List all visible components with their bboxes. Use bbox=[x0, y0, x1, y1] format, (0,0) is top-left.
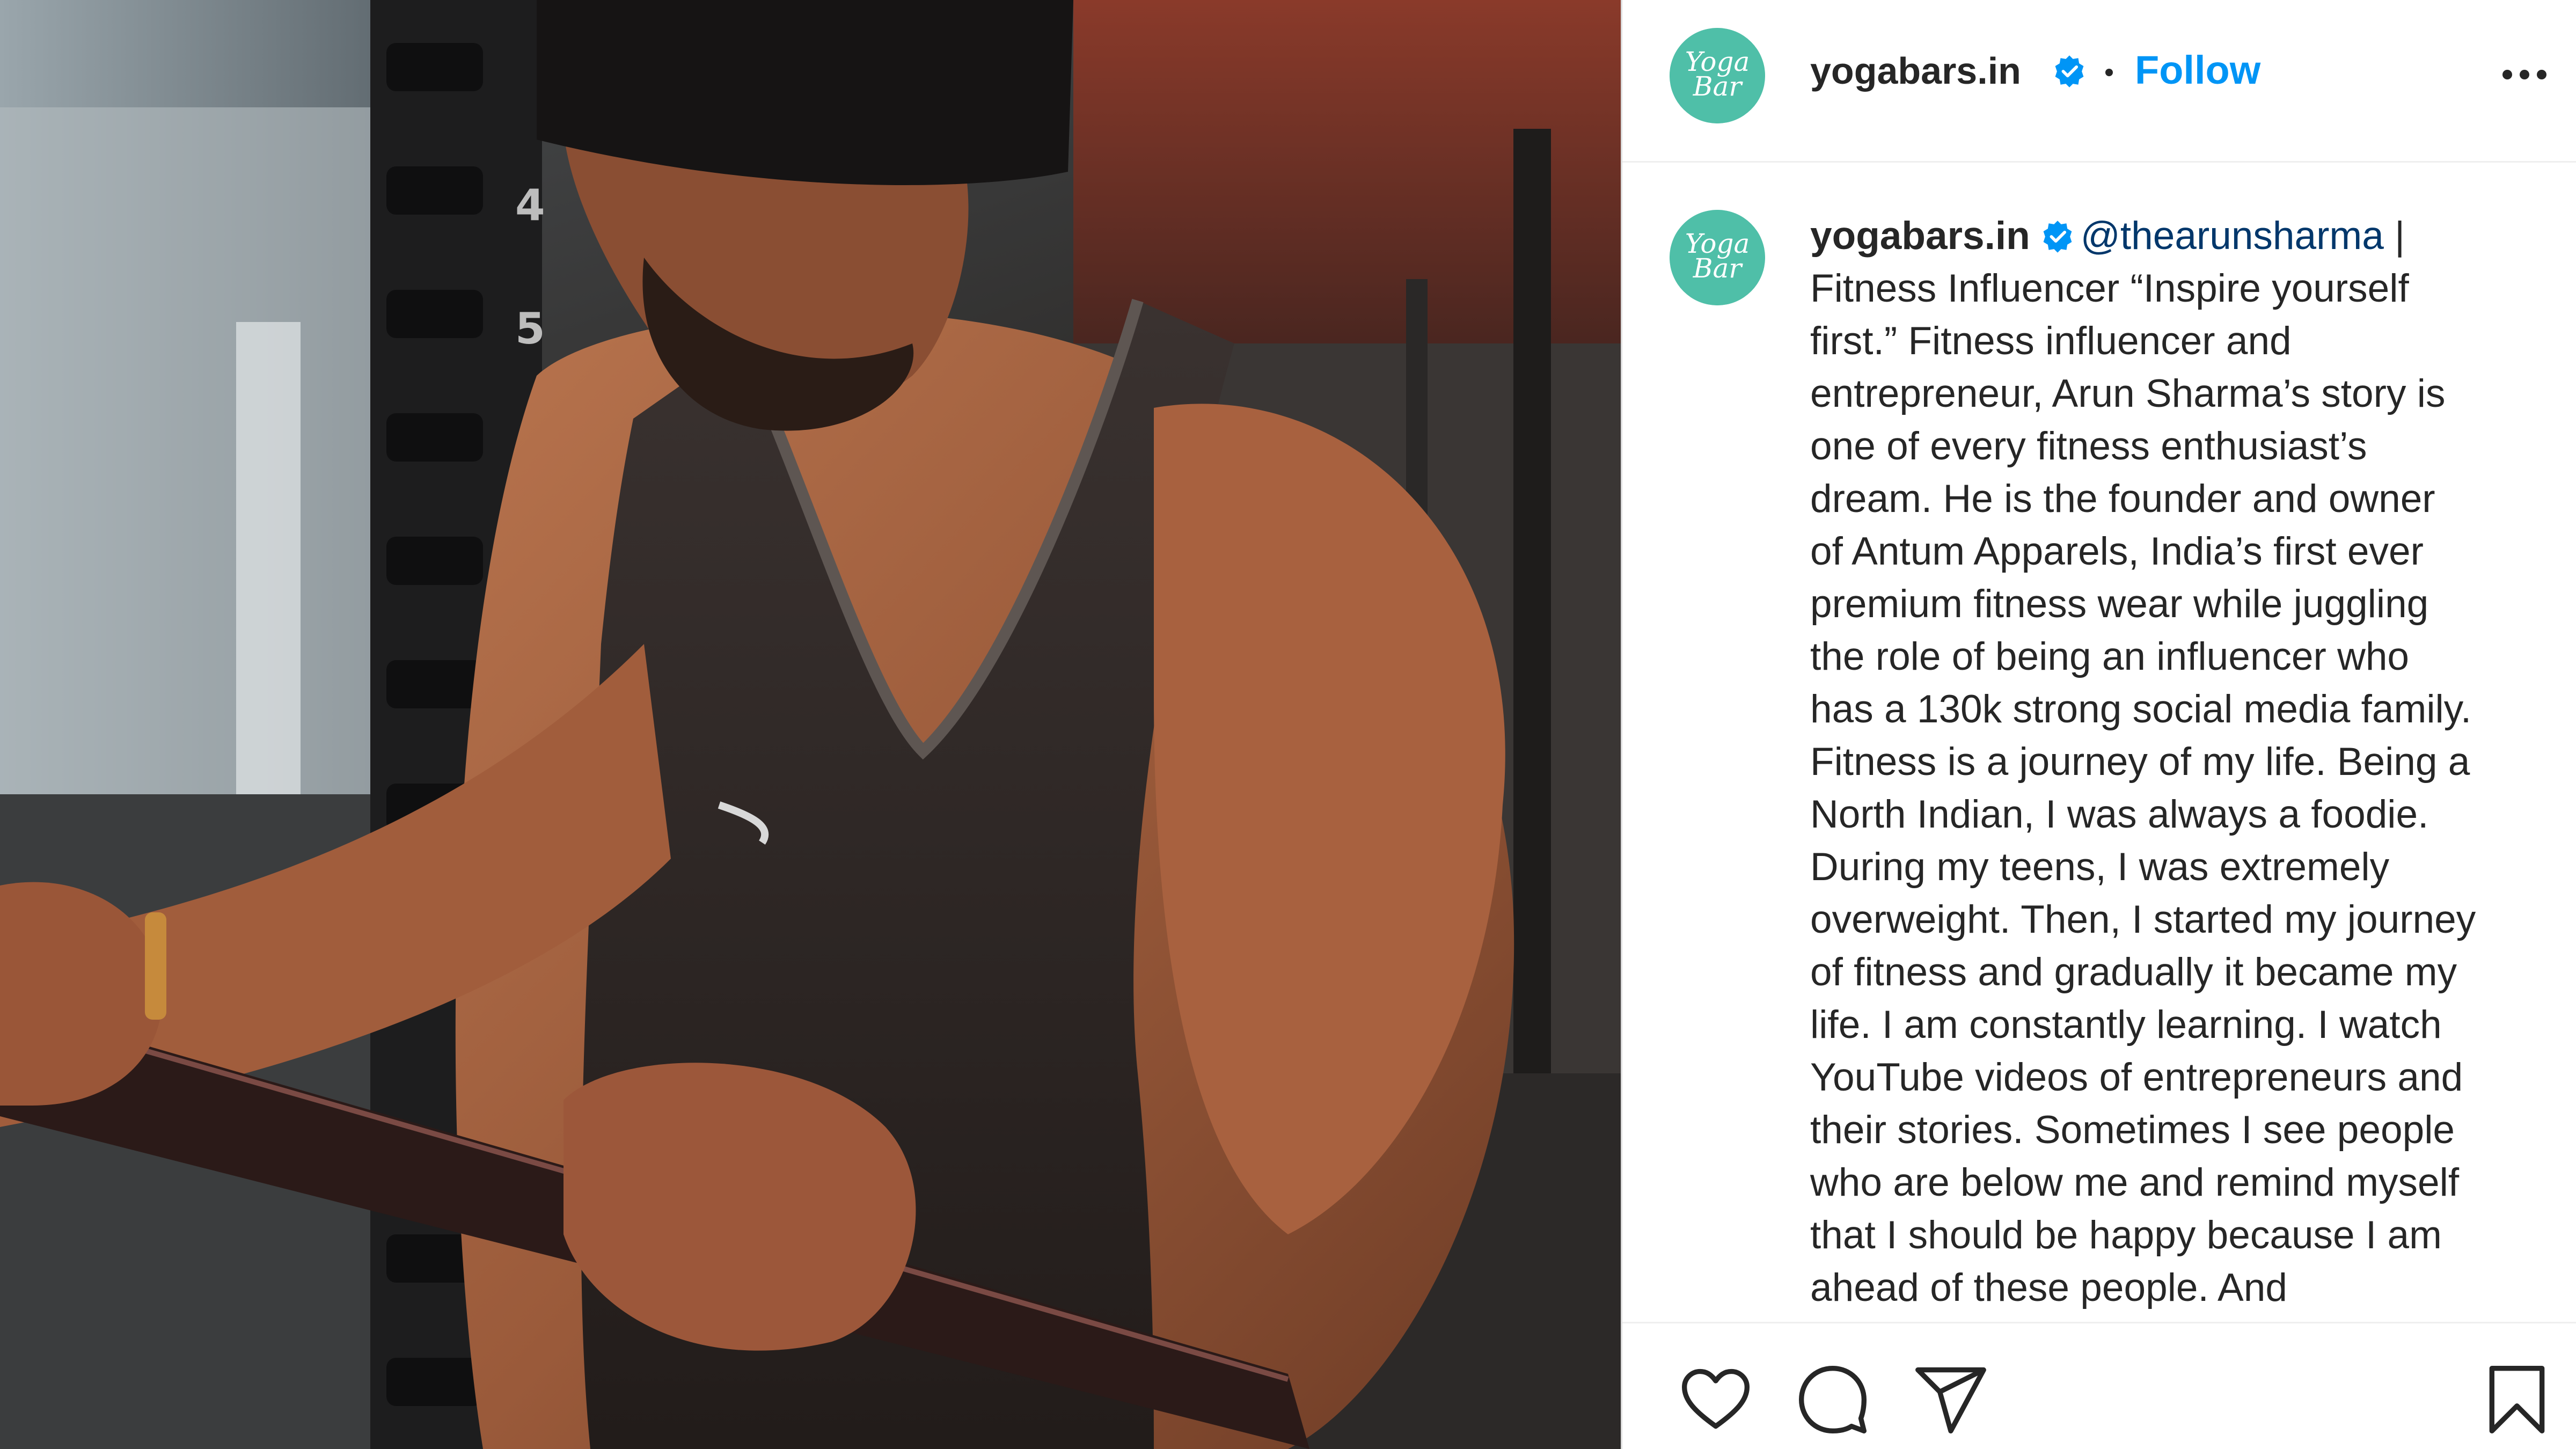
caption-line: overweight. Then, I started my journey bbox=[1810, 898, 2476, 941]
post-caption: Yoga Bar yogabars.in @thearunsharma | Fit… bbox=[1622, 163, 2576, 1322]
caption-line: premium fitness wear while juggling bbox=[1810, 582, 2429, 626]
caption-mention-link[interactable]: @thearunsharma bbox=[2081, 214, 2384, 258]
caption-line: Fitness is a journey of my life. Being a bbox=[1810, 740, 2470, 784]
svg-text:5: 5 bbox=[515, 304, 545, 354]
author-avatar[interactable]: Yoga Bar bbox=[1670, 28, 1765, 123]
svg-text:Bar: Bar bbox=[1693, 253, 1744, 284]
instagram-post: 4 5 6 7 8 13 14 bbox=[0, 0, 2576, 1449]
caption-line: the role of being an influencer who bbox=[1810, 635, 2410, 678]
caption-line: dream. He is the founder and owner bbox=[1810, 477, 2435, 521]
caption-line: | bbox=[2383, 214, 2405, 258]
caption-line: Fitness Influencer “Inspire yourself bbox=[1810, 267, 2409, 310]
heart-icon[interactable] bbox=[1678, 1362, 1753, 1437]
caption-line: During my teens, I was extremely bbox=[1810, 845, 2390, 889]
svg-text:4: 4 bbox=[515, 180, 545, 230]
caption-line: ahead of these people. And bbox=[1810, 1266, 2287, 1309]
follow-button[interactable]: Follow bbox=[2135, 47, 2260, 93]
caption-line: YouTube videos of entrepreneurs and bbox=[1810, 1056, 2463, 1099]
caption-author-avatar[interactable]: Yoga Bar bbox=[1670, 210, 1765, 305]
caption-line: North Indian, I was always a foodie. bbox=[1810, 793, 2429, 836]
caption-text: yogabars.in @thearunsharma | Fitness Infl… bbox=[1810, 210, 2540, 1314]
caption-author-handle[interactable]: yogabars.in bbox=[1810, 214, 2030, 258]
caption-first-line: yogabars.in @thearunsharma | bbox=[1810, 210, 2540, 262]
caption-line: entrepreneur, Arun Sharma’s story is bbox=[1810, 372, 2446, 415]
caption-line: that I should be happy because I am bbox=[1810, 1213, 2442, 1257]
more-horizontal-icon[interactable] bbox=[2502, 70, 2546, 79]
author-handle[interactable]: yogabars.in bbox=[1810, 49, 2021, 92]
caption-line: of Antum Apparels, India’s first ever bbox=[1810, 530, 2424, 573]
caption-line: who are below me and remind myself bbox=[1810, 1161, 2460, 1204]
caption-line: has a 130k strong social media family. bbox=[1810, 687, 2472, 731]
svg-text:Bar: Bar bbox=[1693, 71, 1744, 102]
caption-line: first.” Fitness influencer and bbox=[1810, 319, 2292, 363]
separator-dot bbox=[2105, 69, 2113, 76]
gym-photo-illustration: 4 5 6 7 8 13 14 bbox=[0, 0, 1621, 1449]
comment-bubble-icon[interactable] bbox=[1795, 1362, 1870, 1437]
yoga-bar-logo: Yoga Bar bbox=[1670, 28, 1765, 123]
post-action-bar bbox=[1622, 1322, 2576, 1449]
caption-line: their stories. Sometimes I see people bbox=[1810, 1108, 2455, 1152]
post-header: Yoga Bar yogabars.in Follow bbox=[1622, 0, 2576, 163]
caption-line: life. I am constantly learning. I watch bbox=[1810, 1003, 2442, 1046]
post-side-panel: Yoga Bar yogabars.in Follow Yoga Bar yog… bbox=[1621, 0, 2576, 1449]
bookmark-icon[interactable] bbox=[2479, 1362, 2555, 1437]
paper-plane-icon[interactable] bbox=[1913, 1362, 1988, 1437]
verified-badge-icon bbox=[2052, 54, 2087, 89]
verified-badge-icon bbox=[2040, 215, 2075, 253]
caption-line: one of every fitness enthusiast’s bbox=[1810, 425, 2367, 468]
post-photo[interactable]: 4 5 6 7 8 13 14 bbox=[0, 0, 1621, 1449]
yoga-bar-logo: Yoga Bar bbox=[1670, 210, 1765, 305]
caption-line: of fitness and gradually it became my bbox=[1810, 950, 2457, 994]
